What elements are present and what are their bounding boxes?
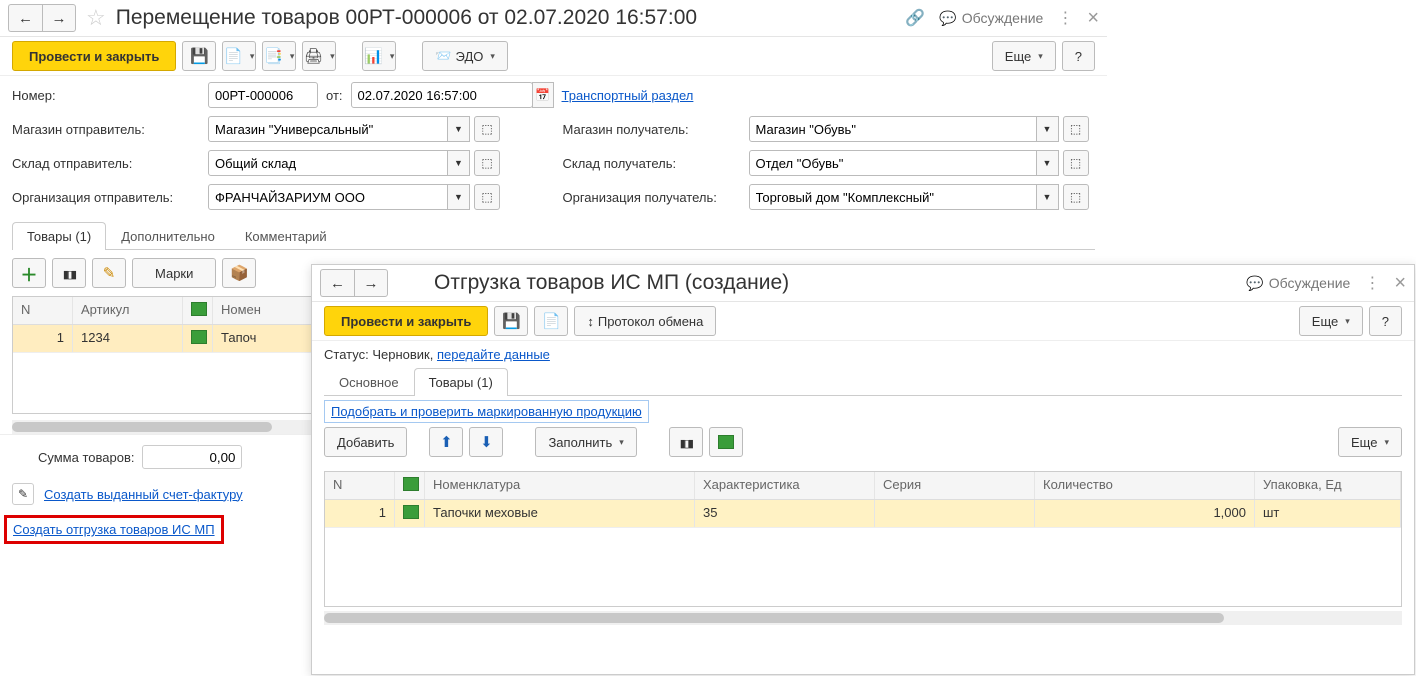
nav-back-button[interactable]: ← — [320, 269, 354, 297]
menu-icon[interactable] — [1364, 273, 1380, 293]
move-up-button[interactable]: ⬆ — [429, 427, 463, 457]
wh-send-input[interactable] — [208, 150, 448, 176]
store-recv-label: Магазин получатель: — [563, 122, 741, 137]
store-send-input[interactable] — [208, 116, 448, 142]
col-n: N — [325, 472, 395, 499]
date-input[interactable] — [351, 82, 533, 108]
shipment-row[interactable]: 1 Тапочки меховые 35 1,000 шт — [325, 500, 1401, 528]
code-button[interactable] — [709, 427, 743, 457]
wh-recv-input[interactable] — [749, 150, 1037, 176]
create-shipment-link[interactable]: Создать отгрузка товаров ИС МП — [13, 522, 215, 537]
window-title: Перемещение товаров 00РТ-000006 от 02.07… — [116, 6, 697, 30]
discuss-button[interactable]: Обсуждение — [939, 10, 1043, 27]
more-button[interactable]: Еще — [1299, 306, 1363, 336]
more-grid-button[interactable]: Еще — [1338, 427, 1402, 457]
post-button[interactable]: 📄 — [534, 306, 568, 336]
status-label: Статус: — [324, 347, 369, 362]
wh-send-dropdown[interactable]: ▼ — [448, 150, 470, 176]
org-recv-open[interactable]: ⬚ — [1063, 184, 1089, 210]
save-button[interactable]: 💾 — [494, 306, 528, 336]
col-code-icon — [183, 297, 213, 324]
org-send-label: Организация отправитель: — [12, 190, 200, 205]
marks-button[interactable]: Марки — [132, 258, 216, 288]
extra-button[interactable]: 📦 — [222, 258, 256, 288]
print-button[interactable]: 🖨 — [302, 41, 336, 71]
more-button[interactable]: Еще — [992, 41, 1056, 71]
create-invoice-link[interactable]: Создать выданный счет-фактуру — [44, 487, 243, 502]
col-code-icon — [395, 472, 425, 499]
protocol-button[interactable]: ↕ Протокол обмена — [574, 306, 716, 336]
org-recv-label: Организация получатель: — [563, 190, 741, 205]
status-value: Черновик, — [372, 347, 433, 362]
close-icon[interactable] — [1087, 7, 1099, 30]
edit-button[interactable]: ✎ — [92, 258, 126, 288]
store-send-label: Магазин отправитель: — [12, 122, 200, 137]
store-recv-input[interactable] — [749, 116, 1037, 142]
link-icon[interactable] — [905, 8, 925, 28]
create-based-on-button[interactable]: 📑 — [262, 41, 296, 71]
report-button[interactable]: 📊 — [362, 41, 396, 71]
save-button[interactable]: 💾 — [182, 41, 216, 71]
tab-goods[interactable]: Товары (1) — [414, 368, 508, 396]
shipment-window: ← → Отгрузка товаров ИС МП (создание) Об… — [311, 264, 1415, 675]
add-button[interactable]: Добавить — [324, 427, 407, 457]
close-icon[interactable] — [1394, 272, 1406, 295]
col-n: N — [13, 297, 73, 324]
wh-send-open[interactable]: ⬚ — [474, 150, 500, 176]
help-button[interactable]: ? — [1062, 41, 1095, 71]
col-article: Артикул — [73, 297, 183, 324]
move-down-button[interactable]: ⬇ — [469, 427, 503, 457]
barcode-button[interactable] — [52, 258, 86, 288]
col-characteristic: Характеристика — [695, 472, 875, 499]
store-send-dropdown[interactable]: ▼ — [448, 116, 470, 142]
sum-input — [142, 445, 242, 469]
calendar-button[interactable] — [532, 82, 554, 108]
nav-back-button[interactable]: ← — [8, 4, 42, 32]
fill-button[interactable]: Заполнить — [535, 427, 636, 457]
number-label: Номер: — [12, 88, 200, 103]
help-button[interactable]: ? — [1369, 306, 1402, 336]
store-send-open[interactable]: ⬚ — [474, 116, 500, 142]
col-nomenclature: Номенклатура — [425, 472, 695, 499]
org-recv-input[interactable] — [749, 184, 1037, 210]
transport-link[interactable]: Транспортный раздел — [562, 88, 694, 103]
tab-additional[interactable]: Дополнительно — [106, 222, 230, 250]
add-row-button[interactable]: ＋ — [12, 258, 46, 288]
col-package: Упаковка, Ед — [1255, 472, 1401, 499]
post-button[interactable]: 📄 — [222, 41, 256, 71]
store-recv-open[interactable]: ⬚ — [1063, 116, 1089, 142]
check-marking-link[interactable]: Подобрать и проверить маркированную прод… — [324, 400, 649, 423]
post-and-close-button[interactable]: Провести и закрыть — [324, 306, 488, 336]
nav-forward-button[interactable]: → — [42, 4, 76, 32]
org-send-open[interactable]: ⬚ — [474, 184, 500, 210]
edo-button[interactable]: 📨 ЭДО — [422, 41, 508, 71]
wh-recv-label: Склад получатель: — [563, 156, 741, 171]
status-link[interactable]: передайте данные — [437, 347, 550, 362]
tab-main[interactable]: Основное — [324, 368, 414, 396]
shipment-scrollbar[interactable] — [324, 611, 1402, 625]
window-title: Отгрузка товаров ИС МП (создание) — [434, 271, 789, 295]
col-quantity: Количество — [1035, 472, 1255, 499]
post-and-close-button[interactable]: Провести и закрыть — [12, 41, 176, 71]
shipment-grid: N Номенклатура Характеристика Серия Коли… — [324, 471, 1402, 607]
wh-recv-open[interactable]: ⬚ — [1063, 150, 1089, 176]
barcode-button[interactable] — [669, 427, 703, 457]
wh-recv-dropdown[interactable]: ▼ — [1037, 150, 1059, 176]
tab-comment[interactable]: Комментарий — [230, 222, 342, 250]
wh-send-label: Склад отправитель: — [12, 156, 200, 171]
col-series: Серия — [875, 472, 1035, 499]
nav-forward-button[interactable]: → — [354, 269, 388, 297]
sum-label: Сумма товаров: — [38, 450, 134, 465]
org-recv-dropdown[interactable]: ▼ — [1037, 184, 1059, 210]
tab-goods[interactable]: Товары (1) — [12, 222, 106, 250]
favorite-icon[interactable]: ☆ — [86, 5, 106, 31]
from-label: от: — [326, 88, 343, 103]
org-send-dropdown[interactable]: ▼ — [448, 184, 470, 210]
number-input[interactable] — [208, 82, 318, 108]
discuss-button[interactable]: Обсуждение — [1246, 275, 1350, 292]
org-send-input[interactable] — [208, 184, 448, 210]
store-recv-dropdown[interactable]: ▼ — [1037, 116, 1059, 142]
menu-icon[interactable] — [1057, 8, 1073, 28]
edit-invoice-icon[interactable]: ✎ — [12, 483, 34, 505]
